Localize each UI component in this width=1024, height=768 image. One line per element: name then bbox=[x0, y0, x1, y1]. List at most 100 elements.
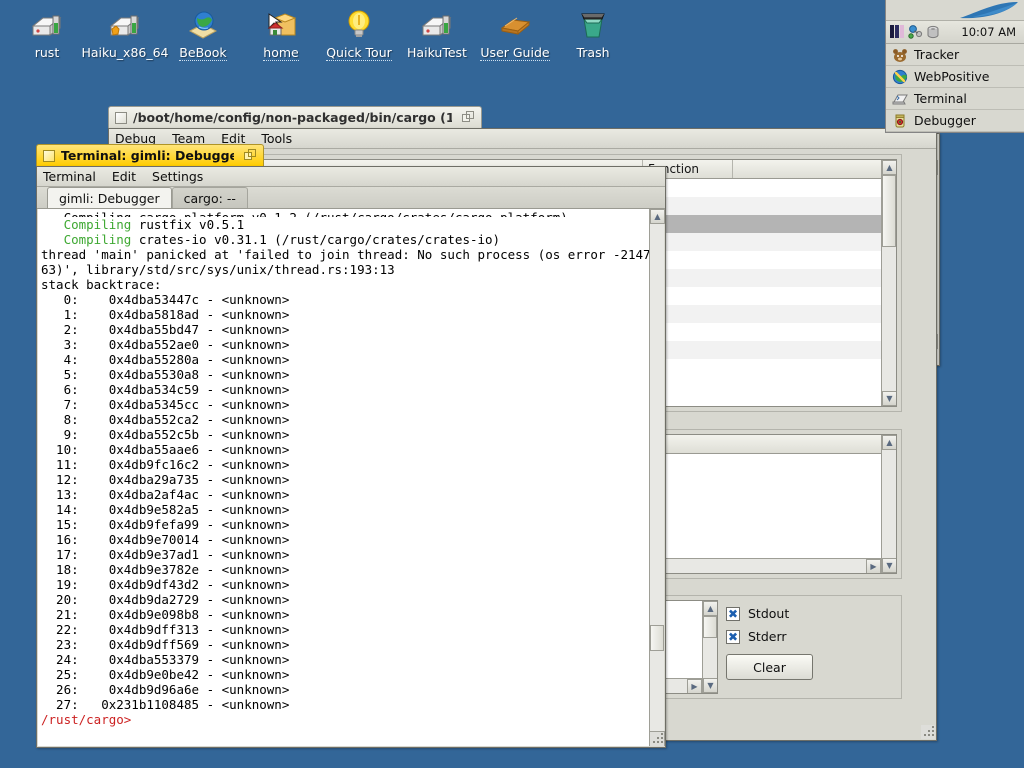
desktop-icon-haiku-x86-64[interactable]: Haiku_x86_64 bbox=[81, 6, 169, 61]
terminal-compile-line: Compiling crates-io v0.31.1 (/rust/cargo… bbox=[41, 232, 501, 247]
resize-grip[interactable] bbox=[650, 732, 664, 746]
workspaces-icon[interactable] bbox=[890, 24, 905, 40]
terminal-backtrace-line: 16: 0x4db9e70014 - <unknown> bbox=[41, 532, 290, 547]
window-zoom-icon[interactable] bbox=[244, 149, 257, 162]
terminal-icon bbox=[892, 91, 908, 107]
debugger-window-tab[interactable]: /boot/home/config/non-packaged/bin/cargo… bbox=[108, 106, 482, 128]
scroll-down-button[interactable]: ▼ bbox=[703, 678, 717, 693]
desktop-icon-haikutest[interactable]: HaikuTest bbox=[398, 6, 476, 61]
terminal-backtrace-line: 23: 0x4db9dff569 - <unknown> bbox=[41, 637, 290, 652]
terminal-backtrace-line: 19: 0x4db9df43d2 - <unknown> bbox=[41, 577, 290, 592]
globe-book-icon bbox=[185, 6, 221, 42]
stdout-checkbox[interactable]: ✖ bbox=[726, 606, 740, 621]
scroll-down-button[interactable]: ▼ bbox=[882, 558, 896, 573]
book-icon bbox=[497, 6, 533, 42]
terminal-vertical-scrollbar[interactable]: ▲ ▼ bbox=[649, 209, 665, 746]
desktop-icon-trash[interactable]: Trash bbox=[554, 6, 632, 61]
desktop-icon-rust[interactable]: rust bbox=[8, 6, 86, 61]
terminal-panic-line: stack backtrace: bbox=[41, 277, 162, 292]
terminal-backtrace-line: 6: 0x4dba534c59 - <unknown> bbox=[41, 382, 290, 397]
terminal-backtrace-line: 12: 0x4dba29a735 - <unknown> bbox=[41, 472, 290, 487]
deskbar[interactable]: 10:07 AM Tracker WebPositive Terminal De… bbox=[885, 0, 1024, 133]
deskbar-clock[interactable]: 10:07 AM bbox=[961, 25, 1019, 39]
terminal-panic-line: thread 'main' panicked at 'failed to joi… bbox=[41, 247, 649, 262]
stdout-label: Stdout bbox=[748, 606, 790, 621]
haiku-leaf-logo[interactable] bbox=[886, 0, 1024, 21]
terminal-window[interactable]: Terminal: gimli: Debugger Terminal Edit … bbox=[36, 144, 666, 748]
terminal-backtrace-line: 27: 0x231b1108485 - <unknown> bbox=[41, 697, 290, 712]
scrollbar-track[interactable] bbox=[650, 224, 664, 625]
scrollbar-thumb[interactable] bbox=[703, 616, 717, 638]
window-zoom-icon[interactable] bbox=[462, 111, 475, 124]
desktop-icon-row: rust Haiku_x86_64 BeBook home Quick Tour… bbox=[8, 6, 632, 61]
menu-terminal[interactable]: Terminal bbox=[43, 169, 96, 184]
webpositive-icon bbox=[892, 69, 908, 85]
desktop-icon-quick-tour[interactable]: Quick Tour bbox=[320, 6, 398, 61]
terminal-backtrace-line: 22: 0x4db9dff313 - <unknown> bbox=[41, 622, 290, 637]
menu-settings[interactable]: Settings bbox=[152, 169, 203, 184]
terminal-window-body: Terminal Edit Settings gimli: Debugger c… bbox=[36, 166, 666, 748]
resize-grip[interactable] bbox=[921, 725, 935, 739]
desktop-icon-user-guide[interactable]: User Guide bbox=[476, 6, 554, 61]
scrollbar-thumb[interactable] bbox=[650, 625, 664, 651]
terminal-menubar[interactable]: Terminal Edit Settings bbox=[37, 167, 665, 187]
desktop: rust Haiku_x86_64 BeBook home Quick Tour… bbox=[0, 0, 1024, 768]
desktop-icon-home[interactable]: home bbox=[242, 6, 320, 61]
network-icon[interactable] bbox=[908, 24, 923, 40]
stderr-checkbox[interactable]: ✖ bbox=[726, 629, 740, 644]
scroll-up-button[interactable]: ▲ bbox=[882, 435, 896, 450]
deskbar-item-terminal[interactable]: Terminal bbox=[886, 88, 1024, 110]
scroll-down-button[interactable]: ▼ bbox=[882, 391, 896, 406]
terminal-window-tab[interactable]: Terminal: gimli: Debugger bbox=[36, 144, 264, 166]
terminal-backtrace-line: 2: 0x4dba55bd47 - <unknown> bbox=[41, 322, 290, 337]
stdout-checkbox-row[interactable]: ✖ Stdout bbox=[726, 606, 896, 621]
terminal-tabbar[interactable]: gimli: Debugger cargo: -- bbox=[37, 187, 665, 209]
scrollbar-track[interactable] bbox=[703, 638, 717, 678]
terminal-backtrace-line: 17: 0x4db9e37ad1 - <unknown> bbox=[41, 547, 290, 562]
terminal-backtrace-line: 18: 0x4db9e3782e - <unknown> bbox=[41, 562, 290, 577]
scrollbar-track[interactable] bbox=[882, 247, 896, 391]
terminal-backtrace-line: 1: 0x4dba5818ad - <unknown> bbox=[41, 307, 290, 322]
scrollbar-track[interactable] bbox=[882, 450, 896, 558]
scroll-right-button[interactable]: ▶ bbox=[687, 679, 702, 693]
window-close-box[interactable] bbox=[43, 149, 55, 162]
lightbulb-icon bbox=[341, 6, 377, 42]
scrollbar-track[interactable] bbox=[650, 651, 664, 731]
terminal-backtrace-line: 11: 0x4db9fc16c2 - <unknown> bbox=[41, 457, 290, 472]
deskbar-item-debugger[interactable]: Debugger bbox=[886, 110, 1024, 132]
stderr-checkbox-row[interactable]: ✖ Stderr bbox=[726, 629, 896, 644]
terminal-backtrace-line: 14: 0x4db9e582a5 - <unknown> bbox=[41, 502, 290, 517]
stack-vertical-scrollbar[interactable]: ▲ ▼ bbox=[881, 160, 896, 406]
menu-edit[interactable]: Edit bbox=[112, 169, 136, 184]
debugger-icon bbox=[892, 113, 908, 129]
deskbar-tray[interactable]: 10:07 AM bbox=[886, 21, 1024, 44]
deskbar-item-tracker[interactable]: Tracker bbox=[886, 44, 1024, 66]
debugger-titlebar[interactable]: /boot/home/config/non-packaged/bin/cargo… bbox=[108, 106, 937, 128]
console-vertical-scrollbar[interactable]: ▲ ▼ bbox=[702, 601, 717, 693]
scroll-up-button[interactable]: ▲ bbox=[650, 209, 665, 224]
deskbar-item-label: Terminal bbox=[914, 91, 967, 106]
home-folder-icon bbox=[263, 6, 299, 42]
scroll-up-button[interactable]: ▲ bbox=[882, 160, 896, 175]
terminal-prompt[interactable]: /rust/cargo> bbox=[41, 712, 649, 727]
scrollbar-thumb[interactable] bbox=[882, 175, 896, 247]
mount-icon[interactable] bbox=[926, 25, 941, 40]
variables-vertical-scrollbar[interactable]: ▲ ▼ bbox=[881, 435, 896, 573]
desktop-icon-bebook[interactable]: BeBook bbox=[164, 6, 242, 61]
terminal-output[interactable]: Compiling cargo-platform v0.1.2 (/rust/c… bbox=[38, 209, 649, 746]
scroll-up-button[interactable]: ▲ bbox=[703, 601, 717, 616]
hard-disk-icon bbox=[419, 6, 455, 42]
deskbar-item-webpositive[interactable]: WebPositive bbox=[886, 66, 1024, 88]
deskbar-item-label: Tracker bbox=[914, 47, 960, 62]
terminal-tab-gimli-debugger[interactable]: gimli: Debugger bbox=[47, 187, 172, 208]
clear-button[interactable]: Clear bbox=[726, 654, 813, 680]
scroll-right-button[interactable]: ▶ bbox=[866, 559, 881, 573]
terminal-tab-cargo[interactable]: cargo: -- bbox=[171, 187, 248, 208]
terminal-backtrace-line: 10: 0x4dba55aae6 - <unknown> bbox=[41, 442, 290, 457]
terminal-backtrace-line: 13: 0x4dba2af4ac - <unknown> bbox=[41, 487, 290, 502]
terminal-backtrace-line: 9: 0x4dba552c5b - <unknown> bbox=[41, 427, 290, 442]
desktop-icon-label: Trash bbox=[576, 45, 610, 60]
terminal-titlebar[interactable]: Terminal: gimli: Debugger bbox=[36, 144, 666, 166]
window-close-box[interactable] bbox=[115, 111, 127, 124]
terminal-backtrace-line: 25: 0x4db9e0be42 - <unknown> bbox=[41, 667, 290, 682]
